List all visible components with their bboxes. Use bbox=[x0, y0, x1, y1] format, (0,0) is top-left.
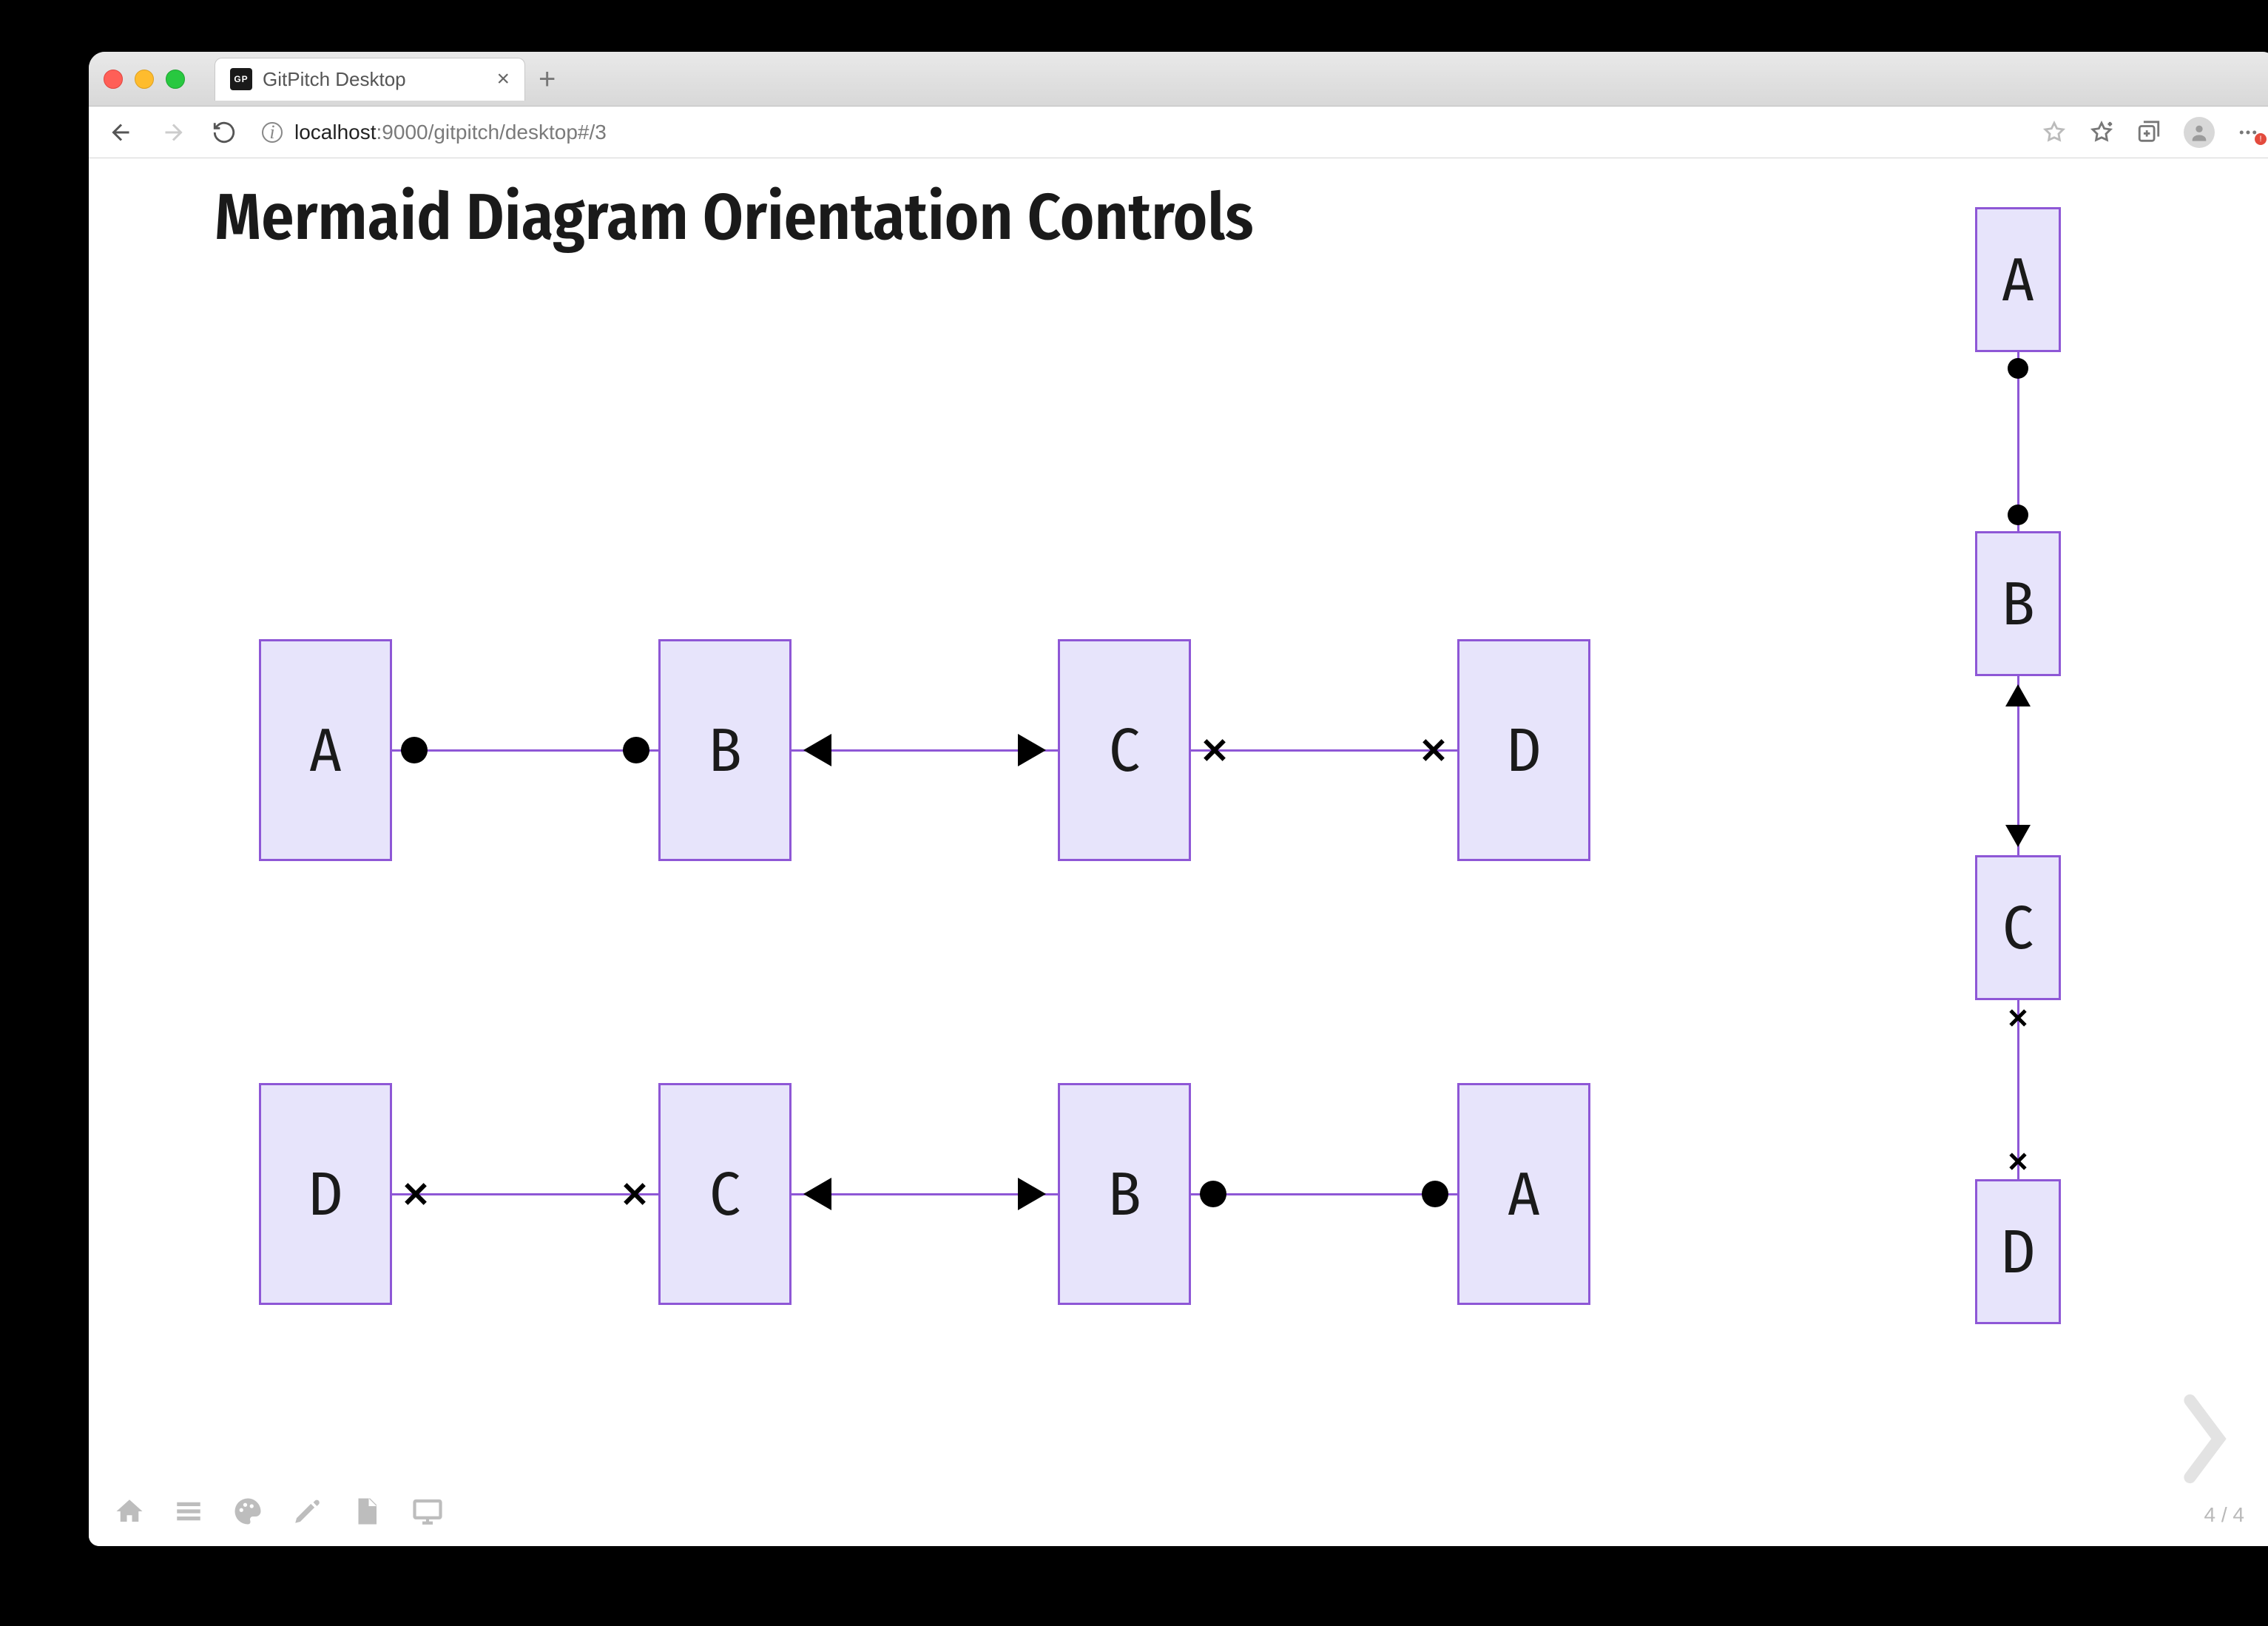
alert-badge-icon: ! bbox=[2255, 133, 2267, 145]
rl-node-c: C bbox=[658, 1083, 792, 1305]
profile-avatar-icon[interactable] bbox=[2184, 117, 2215, 148]
collections-icon[interactable] bbox=[2136, 120, 2161, 145]
window-maximize-button[interactable] bbox=[166, 70, 185, 89]
cross-marker-icon bbox=[1201, 737, 1228, 763]
arrow-down-marker-icon bbox=[2005, 825, 2031, 847]
tb-node-a: A bbox=[1975, 207, 2061, 352]
arrow-right-marker-icon bbox=[1018, 1178, 1046, 1210]
window-minimize-button[interactable] bbox=[135, 70, 154, 89]
lr-node-a: A bbox=[259, 639, 392, 861]
menu-icon[interactable] bbox=[173, 1496, 204, 1527]
tab-close-button[interactable]: × bbox=[496, 68, 510, 90]
url-text: localhost:9000/gitpitch/desktop#/3 bbox=[294, 121, 607, 144]
url-bar: i localhost:9000/gitpitch/desktop#/3 ! bbox=[89, 107, 2268, 158]
favorites-icon[interactable] bbox=[2089, 120, 2114, 145]
cross-marker-icon bbox=[621, 1181, 648, 1207]
nav-back-button[interactable] bbox=[108, 119, 135, 146]
cross-marker-icon bbox=[2008, 1151, 2028, 1172]
lr-node-d: D bbox=[1457, 639, 1590, 861]
rl-node-b: B bbox=[1058, 1083, 1191, 1305]
browser-tab[interactable]: GP GitPitch Desktop × bbox=[215, 58, 525, 101]
rl-edge-dc bbox=[392, 1193, 658, 1195]
tb-node-c: C bbox=[1975, 855, 2061, 1000]
more-menu-button[interactable]: ! bbox=[2237, 121, 2259, 144]
tb-node-b: B bbox=[1975, 531, 2061, 676]
cross-marker-icon bbox=[2008, 1008, 2028, 1028]
browser-window: GP GitPitch Desktop × + i localhost:9000… bbox=[89, 52, 2268, 1546]
address-field[interactable]: i localhost:9000/gitpitch/desktop#/3 bbox=[262, 121, 2016, 144]
rl-node-a: A bbox=[1457, 1083, 1590, 1305]
pdf-icon[interactable] bbox=[351, 1496, 382, 1527]
nav-forward-button bbox=[160, 119, 186, 146]
rl-node-d: D bbox=[259, 1083, 392, 1305]
rl-edge-ba bbox=[1191, 1193, 1457, 1195]
tab-favicon: GP bbox=[230, 68, 252, 90]
slide-counter: 4 / 4 bbox=[2204, 1503, 2244, 1527]
slide-title: Mermaid Diagram Orientation Controls bbox=[215, 179, 1254, 257]
palette-icon[interactable] bbox=[232, 1496, 263, 1527]
next-slide-button[interactable] bbox=[2175, 1391, 2234, 1487]
cross-marker-icon bbox=[1420, 737, 1447, 763]
lr-edge-cd bbox=[1191, 749, 1457, 752]
presentation-icon[interactable] bbox=[410, 1496, 445, 1527]
dot-marker-icon bbox=[2008, 358, 2028, 379]
slide-canvas: Mermaid Diagram Orientation Controls A B… bbox=[89, 158, 2268, 1546]
window-titlebar: GP GitPitch Desktop × + bbox=[89, 52, 2268, 107]
home-icon[interactable] bbox=[114, 1496, 145, 1527]
tab-title: GitPitch Desktop bbox=[263, 68, 486, 91]
nav-refresh-button[interactable] bbox=[212, 120, 237, 145]
pencil-icon[interactable] bbox=[291, 1496, 323, 1527]
lr-node-b: B bbox=[658, 639, 792, 861]
dot-marker-icon bbox=[1422, 1181, 1448, 1207]
new-tab-button[interactable]: + bbox=[539, 64, 556, 94]
dot-marker-icon bbox=[623, 737, 649, 763]
arrow-up-marker-icon bbox=[2005, 684, 2031, 706]
site-info-icon[interactable]: i bbox=[262, 122, 283, 143]
arrow-left-marker-icon bbox=[803, 734, 831, 766]
traffic-lights bbox=[104, 70, 185, 89]
window-close-button[interactable] bbox=[104, 70, 123, 89]
star-outline-icon[interactable] bbox=[2042, 120, 2067, 145]
dot-marker-icon bbox=[2008, 505, 2028, 525]
lr-node-c: C bbox=[1058, 639, 1191, 861]
dot-marker-icon bbox=[1200, 1181, 1226, 1207]
tb-node-d: D bbox=[1975, 1179, 2061, 1324]
arrow-left-marker-icon bbox=[803, 1178, 831, 1210]
toolbar-icons: ! bbox=[2042, 117, 2259, 148]
slide-toolbar bbox=[114, 1496, 445, 1527]
cross-marker-icon bbox=[402, 1181, 429, 1207]
arrow-right-marker-icon bbox=[1018, 734, 1046, 766]
dot-marker-icon bbox=[401, 737, 428, 763]
lr-edge-ab bbox=[392, 749, 658, 752]
